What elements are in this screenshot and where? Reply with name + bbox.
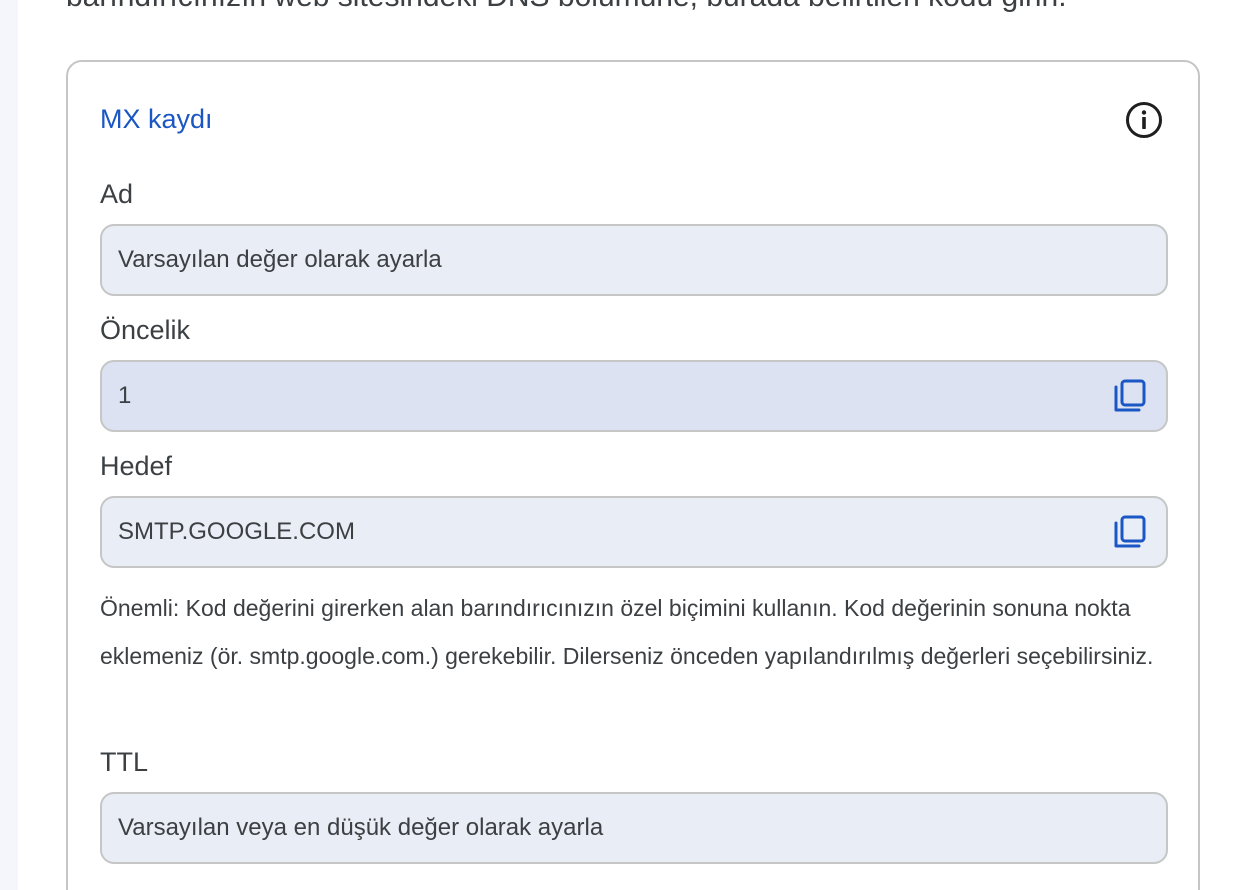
name-field[interactable]: Varsayılan değer olarak ayarla [100,224,1168,296]
card-title: MX kaydı [100,104,213,134]
ttl-field[interactable]: Varsayılan veya en düşük değer olarak ay… [100,792,1168,864]
target-label: Hedef [100,451,173,481]
name-value: Varsayılan değer olarak ayarla [118,246,442,273]
ttl-label: TTL [100,747,149,777]
left-panel-edge [0,0,18,890]
copy-icon[interactable] [1112,514,1148,550]
page: barındırıcınızın web sitesindeki DNS böl… [0,0,1248,890]
info-icon[interactable] [1124,100,1164,140]
important-note: Önemli: Kod değerini girerken alan barın… [100,595,1154,669]
instruction-text: barındırıcınızın web sitesindeki DNS böl… [66,0,1067,16]
priority-field[interactable]: 1 [100,360,1168,432]
ttl-value: Varsayılan veya en düşük değer olarak ay… [118,814,604,841]
priority-value: 1 [118,382,132,409]
name-label: Ad [100,179,134,209]
mx-record-card: MX kaydı Ad Varsayılan değer olarak ayar… [66,60,1200,890]
target-field[interactable]: SMTP.GOOGLE.COM [100,496,1168,568]
target-value: SMTP.GOOGLE.COM [118,518,355,545]
copy-icon[interactable] [1112,378,1148,414]
priority-label: Öncelik [100,315,191,345]
